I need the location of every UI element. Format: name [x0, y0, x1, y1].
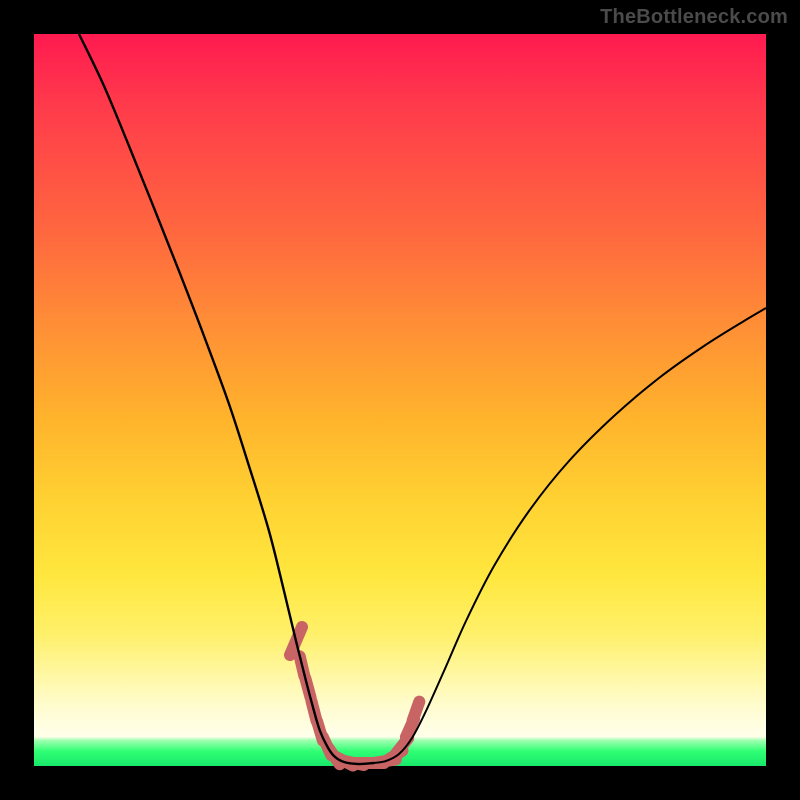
- curve-layer: [34, 34, 766, 766]
- left-curve: [79, 34, 374, 764]
- right-curve: [374, 308, 766, 763]
- chart-frame: TheBottleneck.com: [0, 0, 800, 800]
- marker-dot: [413, 702, 420, 721]
- plot-area: [34, 34, 766, 766]
- watermark-text: TheBottleneck.com: [600, 6, 788, 29]
